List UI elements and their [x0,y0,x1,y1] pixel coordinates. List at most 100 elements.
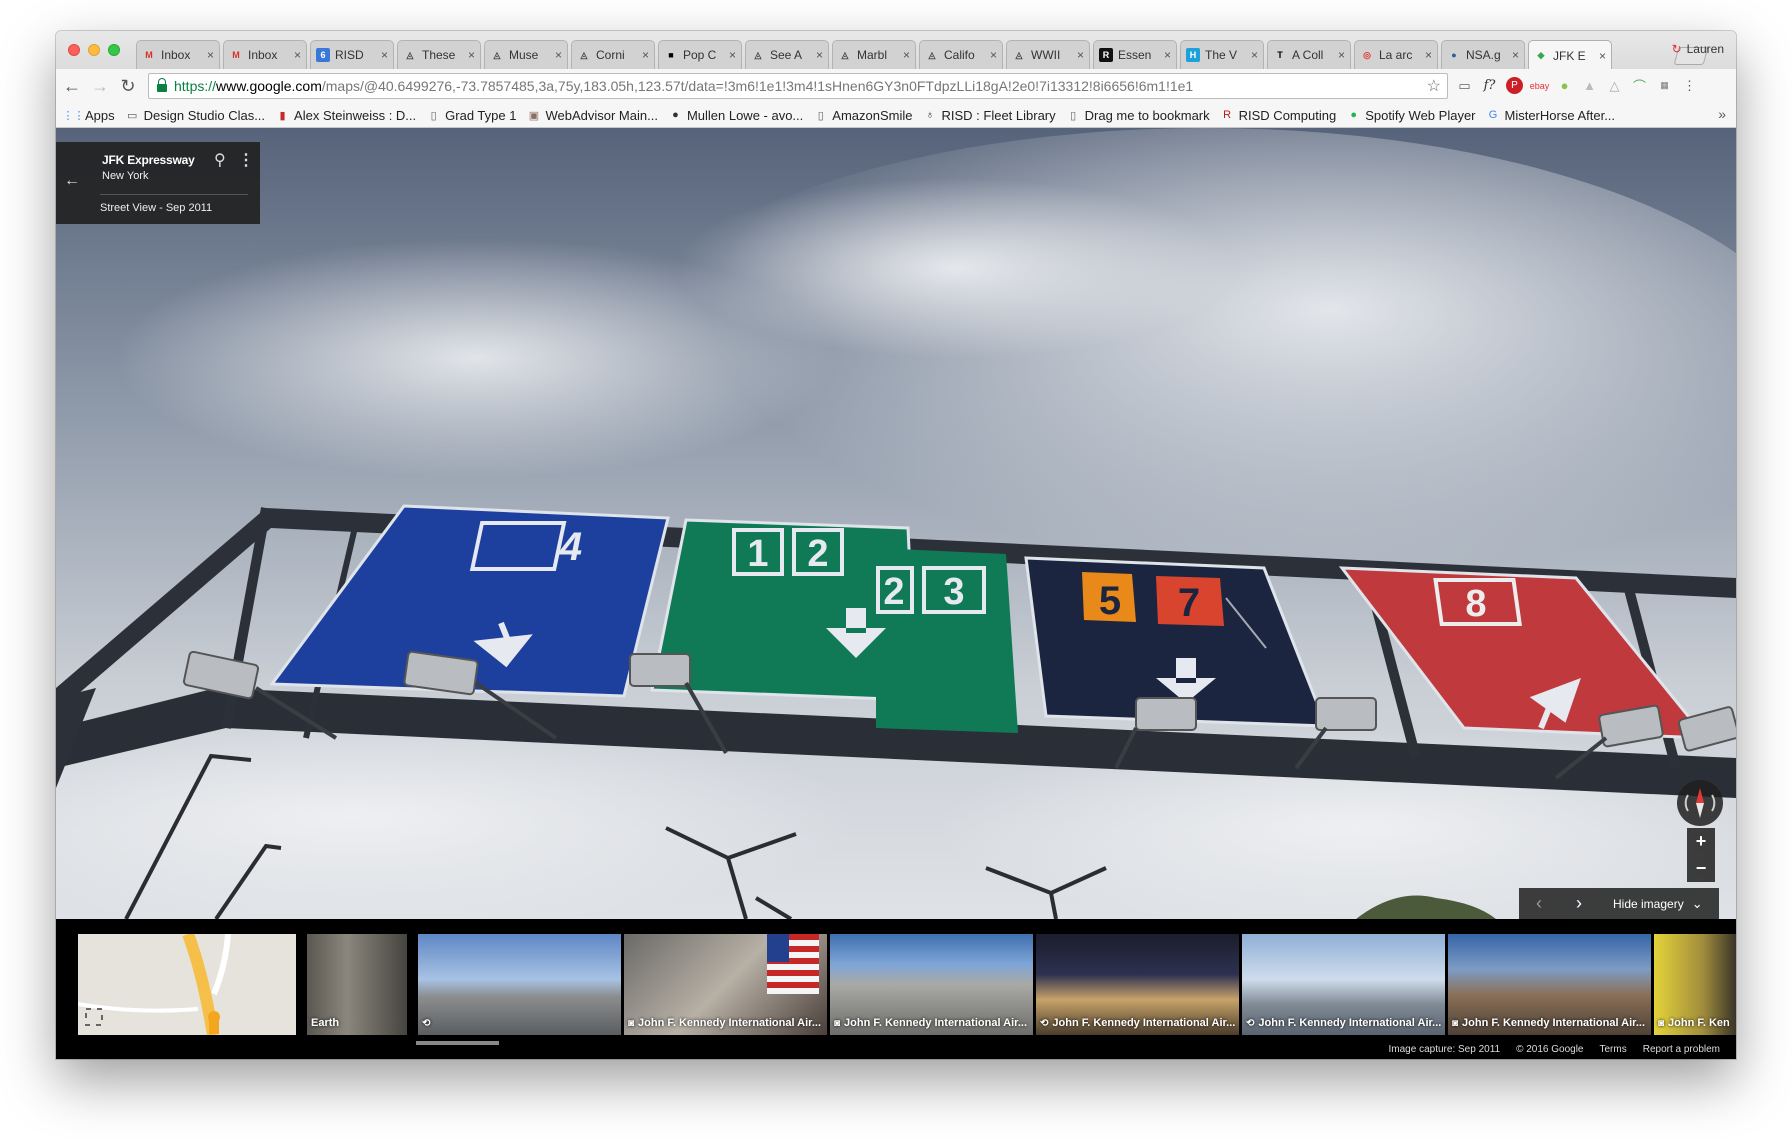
more-options-icon[interactable]: ⋮ [238,150,254,170]
compass-button[interactable] [1677,780,1723,826]
browser-tab[interactable]: ◬ Califo × [919,40,1003,69]
bookmarks-overflow-icon[interactable]: » [1718,106,1726,122]
next-imagery-button[interactable]: › [1559,893,1599,914]
photo-thumbnail[interactable]: ◙ John F. Kennedy International Air... [624,934,827,1035]
tab-title: La arc [1379,48,1413,62]
bookmark-item[interactable]: ▭ Design Studio Clas... [126,108,265,123]
webadvisor-icon: ▣ [528,109,540,122]
close-tab-icon[interactable]: × [816,48,823,62]
browser-tab[interactable]: ◬ Muse × [484,40,568,69]
minimize-window-button[interactable] [88,44,100,56]
close-window-button[interactable] [68,44,80,56]
photo-thumbnail[interactable]: ⟲ John F. Kennedy International Air... [1242,934,1445,1035]
panorama-image: 4 1 2 2 3 5 7 8 [56,128,1736,919]
cast-icon[interactable]: ▭ [1456,77,1473,94]
photo-thumbnail[interactable]: ◙ John F. Kennedy International Air... [830,934,1033,1035]
close-tab-icon[interactable]: × [1425,48,1432,62]
bookmark-item[interactable]: ● Mullen Lowe - avo... [669,108,803,123]
report-problem-link[interactable]: Report a problem [1643,1044,1720,1055]
browser-tab[interactable]: H The V × [1180,40,1264,69]
bookmark-item[interactable]: ▣ WebAdvisor Main... [527,108,658,123]
browser-tab[interactable]: ◎ La arc × [1354,40,1438,69]
browser-tab[interactable]: ● NSA.g × [1441,40,1525,69]
extension-triangle-icon[interactable]: ▲ [1581,77,1598,94]
map-thumbnail[interactable] [78,934,296,1035]
bookmark-item[interactable]: ▮ Alex Steinweiss : D... [276,108,417,123]
earth-label: Earth [311,1017,340,1029]
hide-imagery-button[interactable]: Hide imagery [1613,897,1684,911]
browser-tab[interactable]: ◬ These × [397,40,481,69]
zoom-in-button[interactable]: + [1687,828,1715,855]
extensions: ▭ f? P ebay ● ▲ △ ⌒ ▦ ⋮ [1456,77,1698,94]
photo-thumbnail[interactable]: ◙ John F. Ken [1654,934,1736,1035]
bookmark-item[interactable]: ⋮⋮ Apps [63,108,115,123]
bookmark-item[interactable]: ♁ RISD : Fleet Library [923,108,1056,123]
browser-tab[interactable]: 6 RISD × [310,40,394,69]
photo-thumbnail[interactable]: ◙ John F. Kennedy International Air... [1448,934,1651,1035]
back-button[interactable]: ← [60,76,84,97]
close-tab-icon[interactable]: × [990,48,997,62]
street-view-thumbnail[interactable]: ⟲ [418,934,621,1035]
bookmark-item[interactable]: G MisterHorse After... [1487,108,1615,123]
extension-green-icon[interactable]: ● [1556,77,1573,94]
page-icon: ▯ [817,109,824,122]
bookmark-item[interactable]: R RISD Computing [1221,108,1336,123]
address-bar[interactable]: https://www.google.com/maps/@40.6499276,… [148,73,1448,99]
profile-button[interactable]: ↻ Lauren [1672,42,1724,56]
close-tab-icon[interactable]: × [1164,48,1171,62]
timer-icon[interactable]: ▦ [1656,77,1673,94]
browser-tab[interactable]: ◬ Corni × [571,40,655,69]
bookmark-item[interactable]: ● Spotify Web Player [1347,108,1475,123]
browser-tab[interactable]: ■ Pop C × [658,40,742,69]
close-tab-icon[interactable]: × [1251,48,1258,62]
back-to-map-button[interactable]: ← [64,172,80,190]
sign-number: 2 [883,571,904,613]
close-tab-icon[interactable]: × [381,48,388,62]
drive-icon[interactable]: △ [1606,77,1623,94]
zoom-window-button[interactable] [108,44,120,56]
ebay-icon[interactable]: ebay [1530,77,1550,94]
close-tab-icon[interactable]: × [1512,48,1519,62]
forward-button[interactable]: → [88,76,112,97]
close-tab-icon[interactable]: × [555,48,562,62]
browser-tab[interactable]: ◬ WWII × [1006,40,1090,69]
rainbow-icon[interactable]: ⌒ [1631,77,1648,94]
font-icon[interactable]: f? [1481,77,1498,94]
browser-tab[interactable]: ◆ JFK E × [1528,40,1612,70]
close-tab-icon[interactable]: × [1599,49,1606,63]
photo-thumbnail[interactable]: ⟲ John F. Kennedy International Air... [1036,934,1239,1035]
url-host: www.google.com [216,78,322,94]
close-tab-icon[interactable]: × [903,48,910,62]
browser-tab[interactable]: M Inbox × [223,40,307,69]
close-tab-icon[interactable]: × [642,48,649,62]
street-view-date[interactable]: Street View - Sep 2011 [100,202,212,214]
browser-tab[interactable]: ◬ See A × [745,40,829,69]
browser-tab[interactable]: M Inbox × [136,40,220,69]
zoom-out-button[interactable]: − [1687,855,1715,882]
selected-thumbnail-indicator [416,1041,499,1045]
bookmark-item[interactable]: ▯ AmazonSmile [814,108,913,123]
zoom-controls: + − [1687,828,1715,882]
browser-tab[interactable]: ◬ Marbl × [832,40,916,69]
close-tab-icon[interactable]: × [1338,48,1345,62]
browser-tab[interactable]: R Essen × [1093,40,1177,69]
street-view-panorama[interactable]: 4 1 2 2 3 5 7 8 ← JFK Expressway New Yor… [56,128,1736,919]
reload-button[interactable]: ↻ [116,76,140,97]
pinterest-icon[interactable]: P [1506,77,1523,94]
bookmark-item[interactable]: ▯ Grad Type 1 [427,108,517,123]
close-tab-icon[interactable]: × [468,48,475,62]
browser-tab[interactable]: T A Coll × [1267,40,1351,69]
compass-icon [1684,788,1716,818]
close-tab-icon[interactable]: × [1077,48,1084,62]
previous-imagery-button[interactable]: ‹ [1519,893,1559,914]
terms-link[interactable]: Terms [1600,1044,1627,1055]
close-tab-icon[interactable]: × [729,48,736,62]
tab-strip: M Inbox × M Inbox × 6 RISD × ◬ These × ◬ Muse × ◬ Corni ×… [56,31,1736,70]
close-tab-icon[interactable]: × [207,48,214,62]
earth-thumbnail[interactable]: Earth [307,934,407,1035]
bookmark-star-icon[interactable]: ☆ [1427,76,1441,96]
location-pin-icon[interactable]: ⚲ [214,150,226,170]
menu-icon[interactable]: ⋮ [1681,77,1698,94]
bookmark-item[interactable]: ▯ Drag me to bookmark [1067,108,1210,123]
close-tab-icon[interactable]: × [294,48,301,62]
